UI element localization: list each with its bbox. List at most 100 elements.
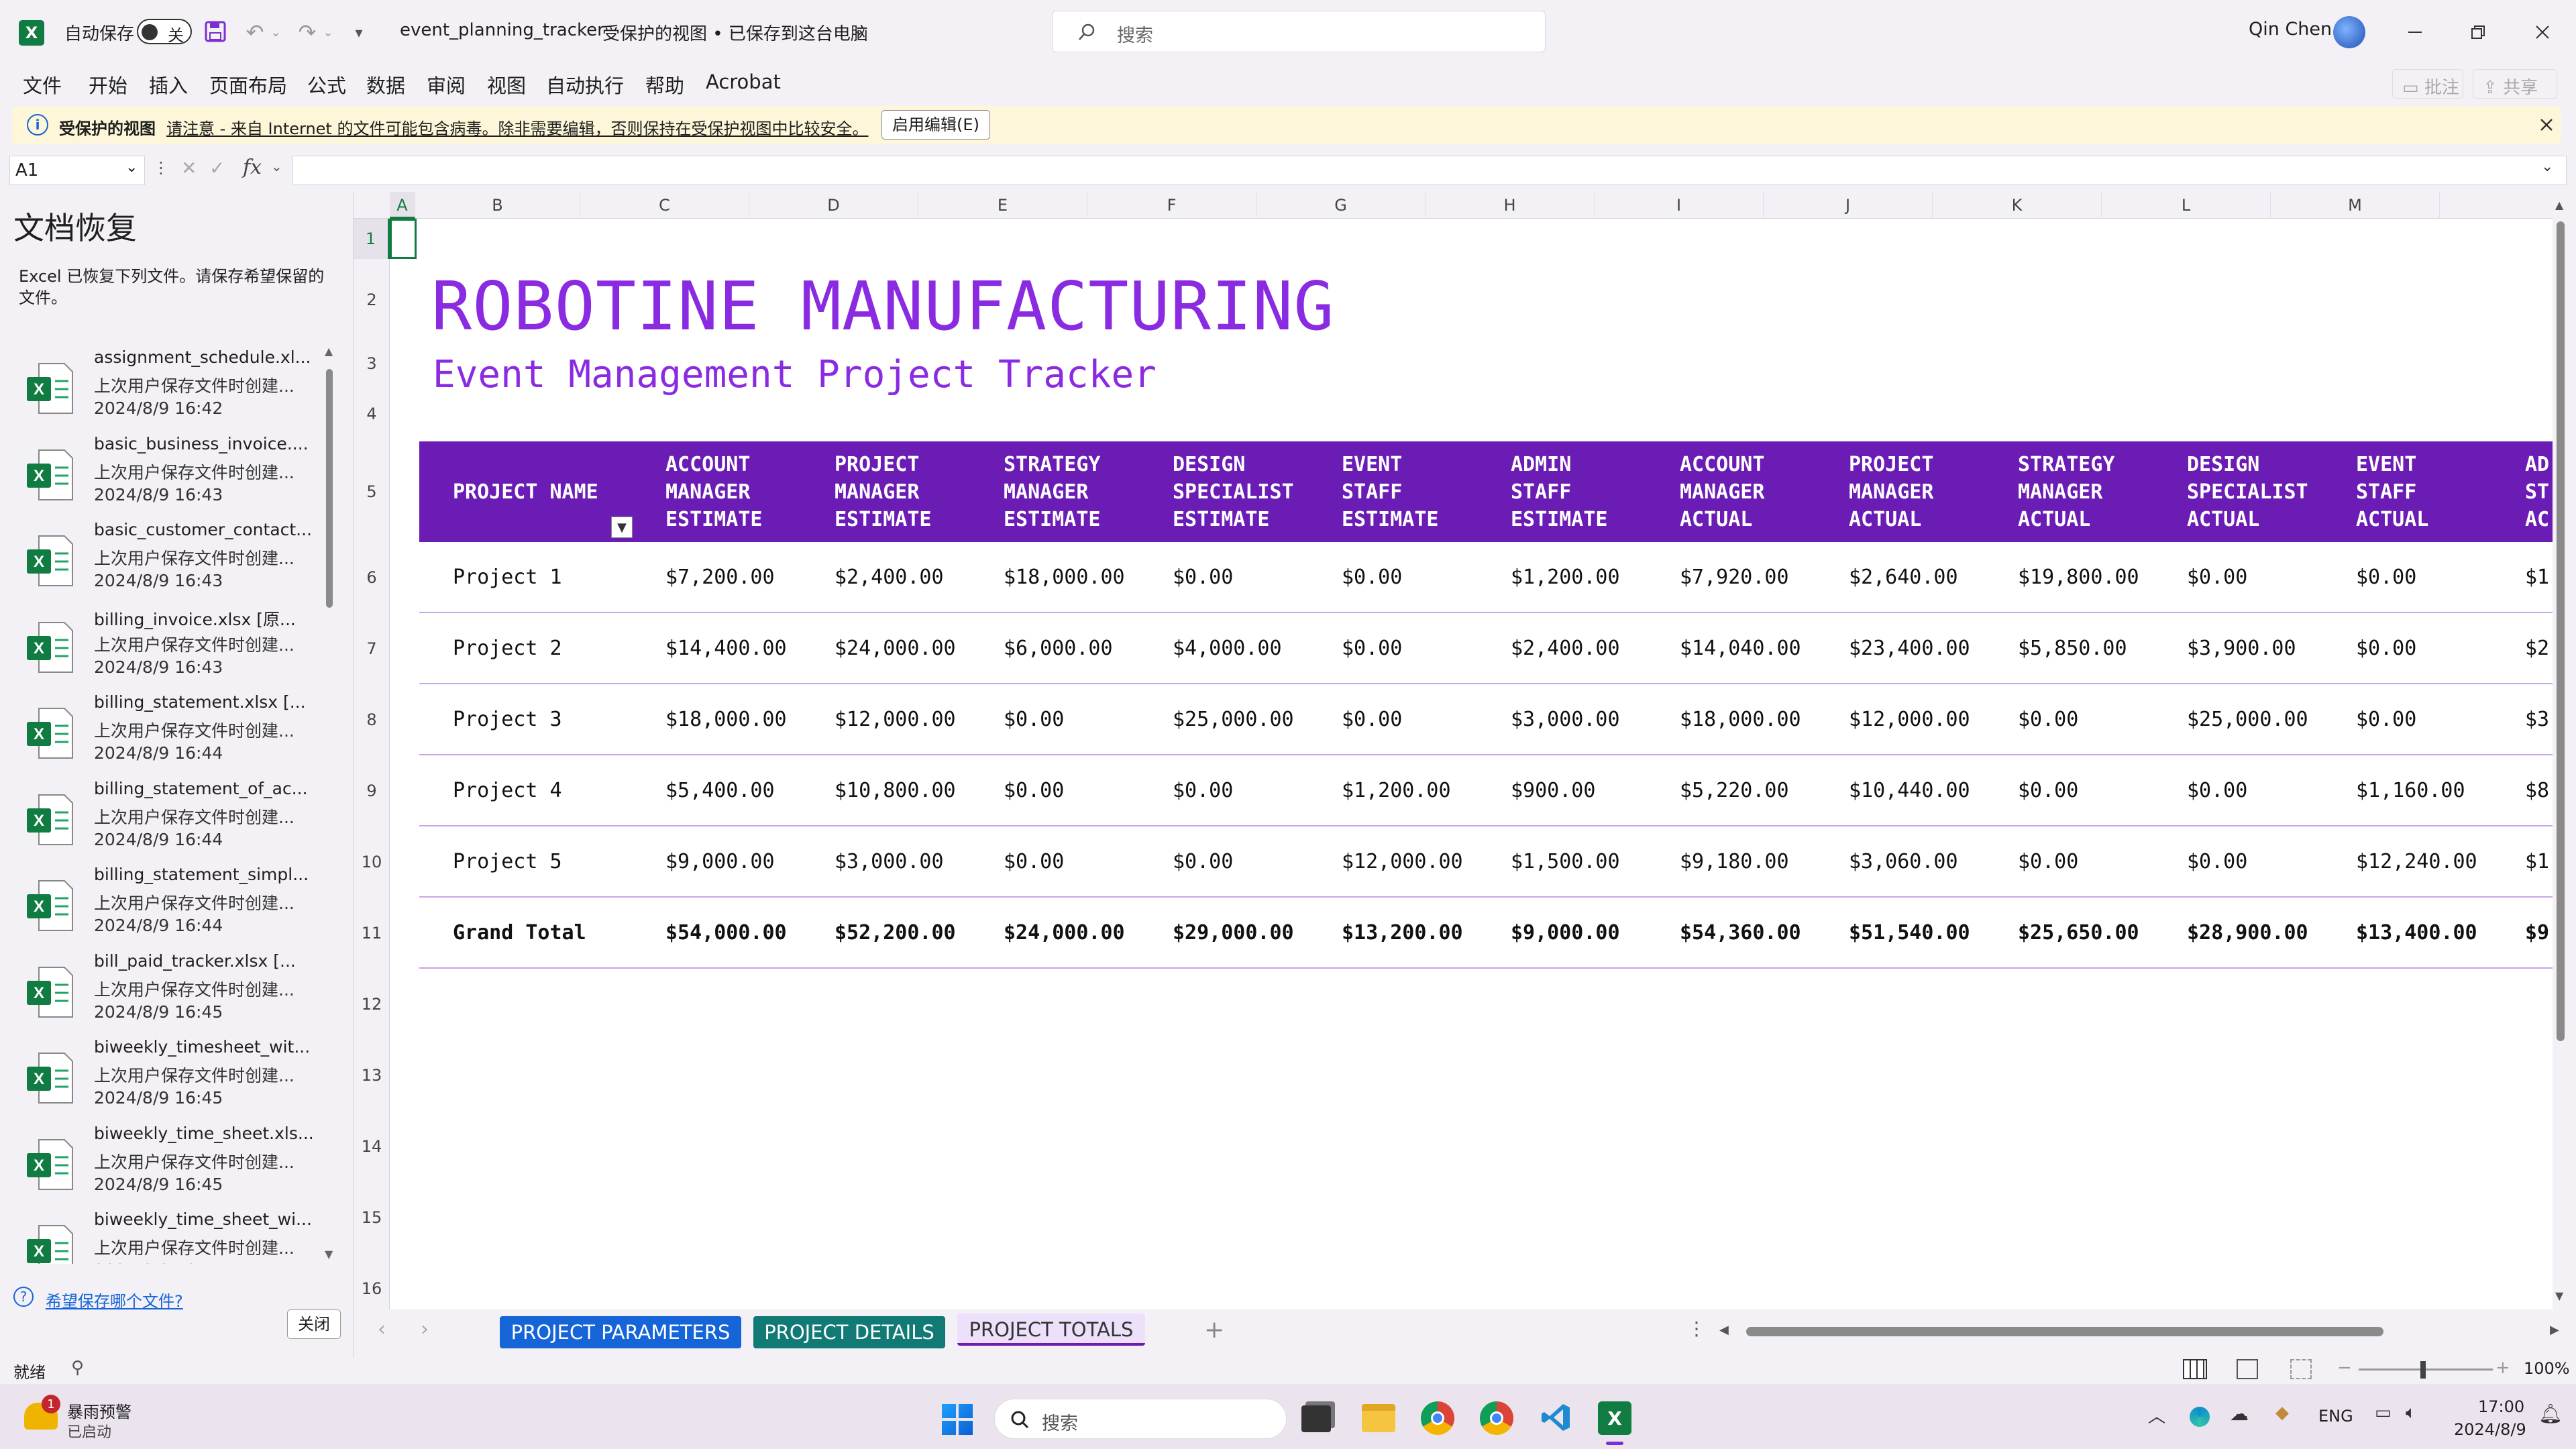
page-break-view-icon[interactable] [2290, 1359, 2312, 1379]
clock-date[interactable]: 2024/8/9 [2454, 1420, 2526, 1439]
user-avatar[interactable] [2333, 16, 2365, 48]
table-cell[interactable]: $19,800.00 [2018, 542, 2139, 613]
table-cell[interactable]: $25,000.00 [1173, 684, 1294, 755]
table-cell[interactable]: $0.00 [2356, 613, 2416, 684]
hscroll-thumb[interactable] [1746, 1327, 2383, 1336]
table-cell[interactable]: $51,540.00 [1849, 898, 1970, 969]
table-cell[interactable]: $7,920.00 [1680, 542, 1789, 613]
minimize-icon[interactable] [2403, 20, 2427, 44]
table-cell[interactable]: $0.00 [2187, 542, 2247, 613]
comments-button[interactable]: ▭ 批注 [2392, 69, 2463, 99]
zoom-out-icon[interactable]: − [2337, 1358, 2352, 1378]
table-cell[interactable]: $28,900.00 [2187, 898, 2308, 969]
column-header-l[interactable]: L [2102, 192, 2271, 219]
table-cell[interactable]: $5,850.00 [2018, 613, 2127, 684]
horizontal-scrollbar[interactable]: ◀ ▶ [1719, 1323, 2565, 1339]
tab-project-totals[interactable]: PROJECT TOTALS [957, 1313, 1145, 1346]
table-cell[interactable]: $0.00 [1173, 755, 1233, 826]
table-cell[interactable]: $0.00 [1342, 613, 1402, 684]
restore-icon[interactable] [2466, 20, 2490, 44]
column-header-c[interactable]: C [580, 192, 749, 219]
menu-view[interactable]: 视图 [487, 70, 526, 99]
column-header-m[interactable]: M [2271, 192, 2440, 219]
file-status-chevron-icon[interactable]: ⌄ [851, 20, 868, 40]
table-cell[interactable]: $8 [2525, 755, 2549, 826]
table-cell[interactable]: $2,400.00 [835, 542, 944, 613]
column-header-i[interactable]: I [1595, 192, 1764, 219]
scroll-thumb[interactable] [326, 369, 333, 608]
grid-vertical-scrollbar[interactable]: ▲ ▼ [2553, 199, 2570, 1305]
table-cell[interactable]: $29,000.00 [1173, 898, 1294, 969]
table-cell[interactable]: $3 [2525, 684, 2549, 755]
table-cell[interactable]: $12,000.00 [1342, 826, 1463, 898]
tab-project-details[interactable]: PROJECT DETAILS [753, 1316, 945, 1348]
table-cell[interactable]: $9,180.00 [1680, 826, 1789, 898]
menu-formulas[interactable]: 公式 [307, 70, 346, 99]
recovery-scrollbar[interactable]: ▲ ▼ [325, 345, 335, 1264]
table-cell[interactable]: $2 [2525, 613, 2549, 684]
recovery-file-item[interactable]: Xbiweekly_timesheet_wit... 上次用户保存文件时创建...… [0, 1028, 329, 1114]
table-cell[interactable]: $1,200.00 [1342, 755, 1451, 826]
table-cell[interactable]: $0.00 [2356, 542, 2416, 613]
hscroll-left-icon[interactable]: ◀ [1719, 1323, 1729, 1337]
table-cell[interactable]: Project 3 [453, 684, 562, 755]
confirm-entry-icon[interactable]: ✓ [209, 157, 225, 179]
column-header-a[interactable]: A [390, 192, 415, 219]
table-row[interactable]: Project 2 $14,400.00 $24,000.00 $6,000.00 $4… [419, 613, 2553, 684]
table-cell[interactable]: $1,200.00 [1511, 542, 1620, 613]
redo-dropdown-icon[interactable]: ⌄ [322, 24, 334, 40]
table-cell[interactable]: $3,060.00 [1849, 826, 1958, 898]
table-cell[interactable]: $6,000.00 [1004, 613, 1113, 684]
column-header-e[interactable]: E [918, 192, 1087, 219]
grid-scroll-up-icon[interactable]: ▲ [2555, 199, 2563, 211]
recovery-file-item[interactable]: Xbilling_statement.xlsx [... 上次用户保存文件时创建.… [0, 683, 329, 769]
table-cell[interactable]: $25,650.00 [2018, 898, 2139, 969]
table-row[interactable]: Project 3 $18,000.00 $12,000.00 $0.00 $25,00… [419, 684, 2553, 755]
table-cell[interactable]: $54,000.00 [665, 898, 787, 969]
table-cell[interactable]: $0.00 [2187, 826, 2247, 898]
protected-message[interactable]: 请注意 - 来自 Internet 的文件可能包含病毒。除非需要编辑，否则保持在… [166, 115, 868, 139]
table-cell[interactable]: $10,440.00 [1849, 755, 1970, 826]
table-cell[interactable]: $0.00 [1173, 542, 1233, 613]
zoom-in-icon[interactable]: + [2496, 1358, 2510, 1378]
row-header-7[interactable]: 7 [354, 613, 390, 684]
tray-overflow-icon[interactable]: ︿ [2148, 1403, 2165, 1428]
table-row[interactable]: Project 4 $5,400.00 $10,800.00 $0.00 $0.00 $1… [419, 755, 2553, 826]
table-cell[interactable]: $12,240.00 [2356, 826, 2477, 898]
row-header-14[interactable]: 14 [354, 1111, 390, 1182]
table-cell[interactable]: Project 4 [453, 755, 562, 826]
menu-acrobat[interactable]: Acrobat [706, 70, 781, 93]
table-cell[interactable]: Project 5 [453, 826, 562, 898]
row-header-10[interactable]: 10 [354, 826, 390, 898]
table-cell[interactable]: $9 [2525, 898, 2549, 969]
edge-tray-icon[interactable] [2190, 1407, 2210, 1427]
table-cell[interactable]: $0.00 [2356, 684, 2416, 755]
worksheet-grid[interactable]: ABCDEFGHIJKLM 1 2 3 4 5 6 7 8 9 10 11 12 13 14 15 16 RO… [354, 192, 2553, 1309]
recovery-file-item[interactable]: Xbill_paid_tracker.xlsx [... 上次用户保存文件时创建.… [0, 942, 329, 1028]
table-cell[interactable]: $3,000.00 [835, 826, 944, 898]
row-header-3[interactable]: 3 [354, 341, 390, 386]
table-cell[interactable]: $23,400.00 [1849, 613, 1970, 684]
table-cell[interactable]: $900.00 [1511, 755, 1595, 826]
table-cell[interactable]: $9,000.00 [665, 826, 775, 898]
row-header-13[interactable]: 13 [354, 1040, 390, 1111]
row-header-15[interactable]: 15 [354, 1182, 390, 1253]
insert-function-icon[interactable]: fx [243, 156, 262, 179]
expand-formula-icon[interactable]: ⌄ [2541, 158, 2553, 175]
table-cell[interactable]: $0.00 [1173, 826, 1233, 898]
table-cell[interactable]: $54,360.00 [1680, 898, 1801, 969]
menu-help[interactable]: 帮助 [645, 70, 684, 99]
grand-total-row[interactable]: Grand Total $54,000.00 $52,200.00 $24,000.0… [419, 898, 2553, 969]
chrome-profile-icon[interactable] [1480, 1401, 1513, 1435]
tab-scroll-right-icon[interactable]: › [421, 1318, 429, 1341]
input-language[interactable]: ENG [2318, 1407, 2353, 1426]
row-header-8[interactable]: 8 [354, 684, 390, 755]
customize-qat-icon[interactable]: ▾ [349, 23, 369, 43]
recovery-help-link[interactable]: 希望保存哪个文件? [46, 1288, 183, 1311]
table-cell[interactable]: $0.00 [1004, 826, 1064, 898]
table-cell[interactable]: Project 2 [453, 613, 562, 684]
table-cell[interactable]: $4,000.00 [1173, 613, 1282, 684]
recovery-file-item[interactable]: Xbilling_invoice.xlsx [原... 上次用户保存文件时创建..… [0, 597, 329, 683]
table-cell[interactable]: $52,200.00 [835, 898, 956, 969]
table-cell[interactable]: $9,000.00 [1511, 898, 1620, 969]
